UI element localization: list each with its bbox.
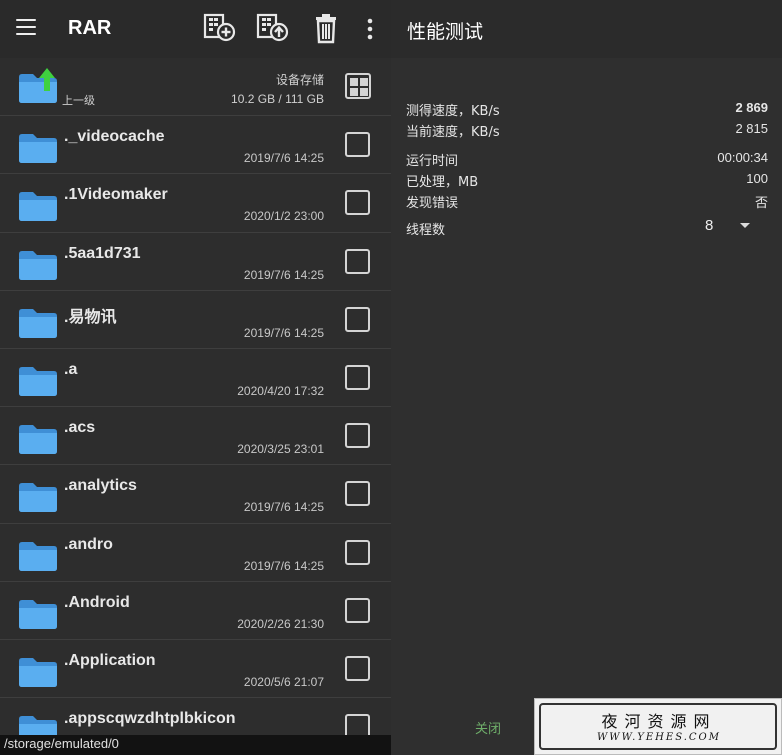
current-speed-value: 2 815 <box>735 121 768 136</box>
storage-size: 10.2 GB / 111 GB <box>231 92 324 106</box>
app-bar: RAR <box>0 0 391 58</box>
add-to-archive-icon[interactable] <box>203 12 237 44</box>
file-name: ._videocache <box>64 128 165 146</box>
measured-speed-value: 2 869 <box>735 100 768 115</box>
file-date: 2020/5/6 21:07 <box>243 674 324 689</box>
file-row[interactable]: .易物讯 2019/7/6 14:25 <box>0 291 391 349</box>
file-date: 2020/4/20 17:32 <box>237 383 324 398</box>
watermark-main-text: 夜河资源网 <box>601 712 717 731</box>
select-checkbox[interactable] <box>345 597 370 623</box>
processed-label: 已处理，MB <box>406 175 479 190</box>
select-checkbox[interactable] <box>345 539 370 565</box>
file-name: .appscqwzdhtplbkicon <box>64 710 236 728</box>
file-date: 2020/2/26 21:30 <box>237 616 324 631</box>
more-vert-icon[interactable] <box>353 12 387 44</box>
file-date: 2020/1/2 23:00 <box>243 209 324 224</box>
folder-icon <box>19 250 57 280</box>
storage-label: 设备存储 <box>275 73 324 87</box>
folder-icon <box>19 599 57 629</box>
current-path: /storage/emulated/0 <box>0 735 391 755</box>
folder-icon <box>19 425 57 455</box>
folder-icon <box>19 541 57 571</box>
threads-value: 8 <box>705 217 714 234</box>
folder-icon <box>19 134 57 164</box>
file-date: 2019/7/6 14:25 <box>243 267 324 282</box>
parent-folder-row[interactable]: 上一级 设备存储 10.2 GB / 111 GB <box>0 58 391 117</box>
run-time-value: 00:00:34 <box>717 150 768 165</box>
benchmark-header: 性能测试 <box>391 0 782 58</box>
folder-icon <box>19 366 57 396</box>
select-checkbox[interactable] <box>345 481 370 507</box>
select-checkbox[interactable] <box>345 248 370 274</box>
close-button[interactable]: 关闭 <box>475 718 501 737</box>
file-date: 2019/7/6 14:25 <box>243 500 324 515</box>
select-checkbox[interactable] <box>345 423 370 449</box>
file-name: .analytics <box>64 477 137 495</box>
file-row[interactable]: .1Videomaker 2020/1/2 23:00 <box>0 174 391 233</box>
delete-icon[interactable] <box>309 12 343 44</box>
file-row[interactable]: .andro 2019/7/6 14:25 <box>0 524 391 582</box>
folder-icon <box>19 483 57 513</box>
folder-icon <box>19 308 57 338</box>
dropdown-arrow-icon <box>740 223 750 228</box>
file-browser-pane: RAR 上一级 设备存储 10.2 GB / 111 GB ._videocac… <box>0 0 391 755</box>
file-name: .易物讯 <box>64 308 117 326</box>
file-row[interactable]: .a 2020/4/20 17:32 <box>0 349 391 408</box>
select-checkbox[interactable] <box>345 132 370 158</box>
errors-label: 发现错误 <box>406 196 459 211</box>
grid-view-icon[interactable] <box>345 73 371 99</box>
folder-icon <box>19 657 57 687</box>
measured-speed-label: 测得速度，KB/s <box>406 104 500 119</box>
folder-up-icon <box>19 68 57 103</box>
parent-folder-label: 上一级 <box>62 94 95 107</box>
threads-label: 线程数 <box>406 223 446 238</box>
benchmark-panel: 性能测试 测得速度，KB/s 2 869 当前速度，KB/s 2 815 运行时… <box>391 0 782 755</box>
file-list: 上一级 设备存储 10.2 GB / 111 GB ._videocache 20… <box>0 58 391 755</box>
select-checkbox[interactable] <box>345 306 370 332</box>
file-row[interactable]: ._videocache 2019/7/6 14:25 <box>0 116 391 175</box>
file-name: .acs <box>64 419 96 437</box>
file-row[interactable]: .Application 2020/5/6 21:07 <box>0 640 391 699</box>
file-date: 2020/3/25 23:01 <box>237 442 324 457</box>
file-row[interactable]: .Android 2020/2/26 21:30 <box>0 582 391 640</box>
file-name: .1Videomaker <box>64 186 168 204</box>
folder-icon <box>19 192 57 222</box>
select-checkbox[interactable] <box>345 190 370 216</box>
select-checkbox[interactable] <box>345 364 370 390</box>
file-name: .Android <box>64 593 130 611</box>
watermark-sub-text: WWW.YEHES.COM <box>597 732 721 743</box>
menu-icon[interactable] <box>16 19 36 37</box>
run-time-label: 运行时间 <box>406 154 459 169</box>
file-name: .andro <box>64 535 113 553</box>
threads-select[interactable]: 8 <box>705 217 765 237</box>
benchmark-title: 性能测试 <box>407 21 484 43</box>
extract-archive-icon[interactable] <box>256 12 290 44</box>
file-row[interactable]: .acs 2020/3/25 23:01 <box>0 407 391 466</box>
watermark-logo: 夜河资源网 WWW.YEHES.COM <box>534 698 782 755</box>
file-date: 2019/7/6 14:25 <box>243 558 324 573</box>
file-name: .Application <box>64 651 156 669</box>
app-title: RAR <box>68 17 112 39</box>
current-speed-label: 当前速度，KB/s <box>406 125 500 140</box>
processed-value: 100 <box>746 171 768 186</box>
file-row[interactable]: .5aa1d731 2019/7/6 14:25 <box>0 233 391 291</box>
select-checkbox[interactable] <box>345 655 370 681</box>
file-date: 2019/7/6 14:25 <box>243 325 324 340</box>
file-row[interactable]: .analytics 2019/7/6 14:25 <box>0 465 391 524</box>
file-name: .5aa1d731 <box>64 244 141 262</box>
errors-value: 否 <box>754 195 768 210</box>
file-date: 2019/7/6 14:25 <box>243 151 324 166</box>
file-name: .a <box>64 360 78 378</box>
